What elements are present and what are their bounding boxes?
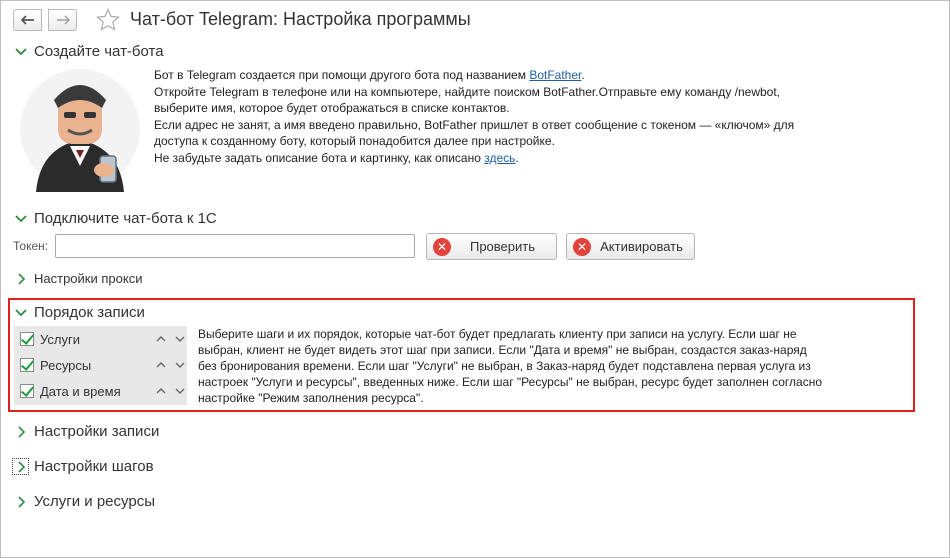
x-circle-icon: ✕ bbox=[433, 237, 451, 256]
section-step-settings-header[interactable]: Настройки шагов bbox=[14, 458, 154, 475]
check-button-label: Проверить bbox=[469, 239, 535, 254]
page-title: Чат-бот Telegram: Настройка программы bbox=[130, 9, 471, 29]
star-outline-icon bbox=[96, 8, 120, 31]
description-line: выбран, клиент не будет видеть этот шаг … bbox=[198, 343, 807, 357]
activate-button[interactable]: ✕ Активировать bbox=[566, 233, 695, 260]
chevron-up-icon[interactable] bbox=[155, 359, 167, 371]
list-item[interactable]: Ресурсы bbox=[14, 352, 187, 378]
x-circle-icon: ✕ bbox=[573, 237, 591, 256]
list-item[interactable]: Дата и время bbox=[14, 378, 187, 404]
chevron-right-icon bbox=[18, 495, 26, 508]
intro-text: Бот в Telegram создается при помощи друг… bbox=[154, 68, 530, 82]
step-label: Дата и время bbox=[40, 383, 121, 399]
step-checkbox[interactable] bbox=[20, 358, 34, 372]
section-title: Услуги и ресурсы bbox=[34, 493, 155, 510]
activate-button-label: Активировать bbox=[600, 239, 683, 254]
create-bot-instructions: Бот в Telegram создается при помощи друг… bbox=[154, 67, 874, 166]
back-button[interactable] bbox=[13, 9, 42, 31]
section-connect-bot-header[interactable]: Подключите чат-бота к 1С bbox=[14, 210, 217, 227]
section-services-resources-header[interactable]: Услуги и ресурсы bbox=[14, 493, 155, 510]
section-title: Создайте чат-бота bbox=[34, 43, 164, 60]
token-input[interactable] bbox=[55, 234, 415, 258]
proxy-settings-header[interactable]: Настройки прокси bbox=[14, 271, 142, 286]
section-title: Настройки прокси bbox=[34, 271, 143, 286]
token-label: Токен: bbox=[13, 239, 49, 253]
section-title: Порядок записи bbox=[34, 304, 145, 321]
arrow-left-icon bbox=[20, 15, 34, 25]
chevron-down-icon bbox=[15, 214, 27, 222]
intro-text: Если адрес не занят, а имя введено прави… bbox=[154, 117, 795, 132]
step-label: Услуги bbox=[40, 331, 80, 347]
forward-button[interactable] bbox=[48, 9, 77, 31]
chevron-right-icon bbox=[18, 272, 26, 285]
chevron-right-icon bbox=[18, 425, 26, 438]
chevron-down-icon[interactable] bbox=[174, 333, 186, 345]
description-line: Выберите шаги и их порядок, которые чат-… bbox=[198, 327, 797, 341]
chevron-down-icon bbox=[15, 308, 27, 316]
step-label: Ресурсы bbox=[40, 357, 92, 373]
botfather-link[interactable]: BotFather bbox=[529, 68, 581, 82]
description-line: настроек "Услуги и ресурсы", введенных н… bbox=[198, 375, 823, 389]
section-record-settings-header[interactable]: Настройки записи bbox=[14, 423, 159, 440]
intro-text: . bbox=[581, 68, 585, 82]
list-item[interactable]: Услуги bbox=[14, 326, 187, 352]
check-button[interactable]: ✕ Проверить bbox=[426, 233, 557, 260]
intro-text: Откройте Telegram в телефоне или на комп… bbox=[154, 84, 781, 99]
botfather-image bbox=[20, 69, 140, 192]
step-checkbox[interactable] bbox=[20, 332, 34, 346]
step-checkbox[interactable] bbox=[20, 384, 34, 398]
intro-text: доступа к созданному боту, который понад… bbox=[154, 134, 555, 148]
intro-text: . bbox=[515, 150, 519, 165]
section-create-bot-header[interactable]: Создайте чат-бота bbox=[14, 43, 164, 60]
intro-text: выберите имя, которое будет отображаться… bbox=[154, 101, 510, 115]
chevron-down-icon bbox=[15, 47, 27, 55]
section-title: Настройки шагов bbox=[34, 458, 154, 475]
here-link[interactable]: здесь bbox=[484, 151, 515, 165]
chevron-up-icon[interactable] bbox=[155, 333, 167, 345]
arrow-right-icon bbox=[56, 15, 70, 25]
section-record-order-header[interactable]: Порядок записи bbox=[14, 304, 145, 321]
chevron-up-icon[interactable] bbox=[155, 385, 167, 397]
section-title: Подключите чат-бота к 1С bbox=[34, 210, 217, 227]
favorite-star-button[interactable] bbox=[96, 8, 120, 36]
chevron-down-icon[interactable] bbox=[174, 359, 186, 371]
description-line: без бронирования времени. Если шаг "Услу… bbox=[198, 359, 811, 373]
chevron-right-icon bbox=[18, 460, 26, 473]
steps-list: Услуги Ресурсы Дата и время bbox=[14, 326, 187, 405]
description-line: настройке "Режим заполнения ресурса". bbox=[198, 391, 424, 405]
intro-text: Не забудьте задать описание бота и карти… bbox=[154, 150, 485, 165]
record-order-description: Выберите шаги и их порядок, которые чат-… bbox=[198, 326, 888, 406]
chevron-down-icon[interactable] bbox=[174, 385, 186, 397]
section-title: Настройки записи bbox=[34, 423, 160, 440]
